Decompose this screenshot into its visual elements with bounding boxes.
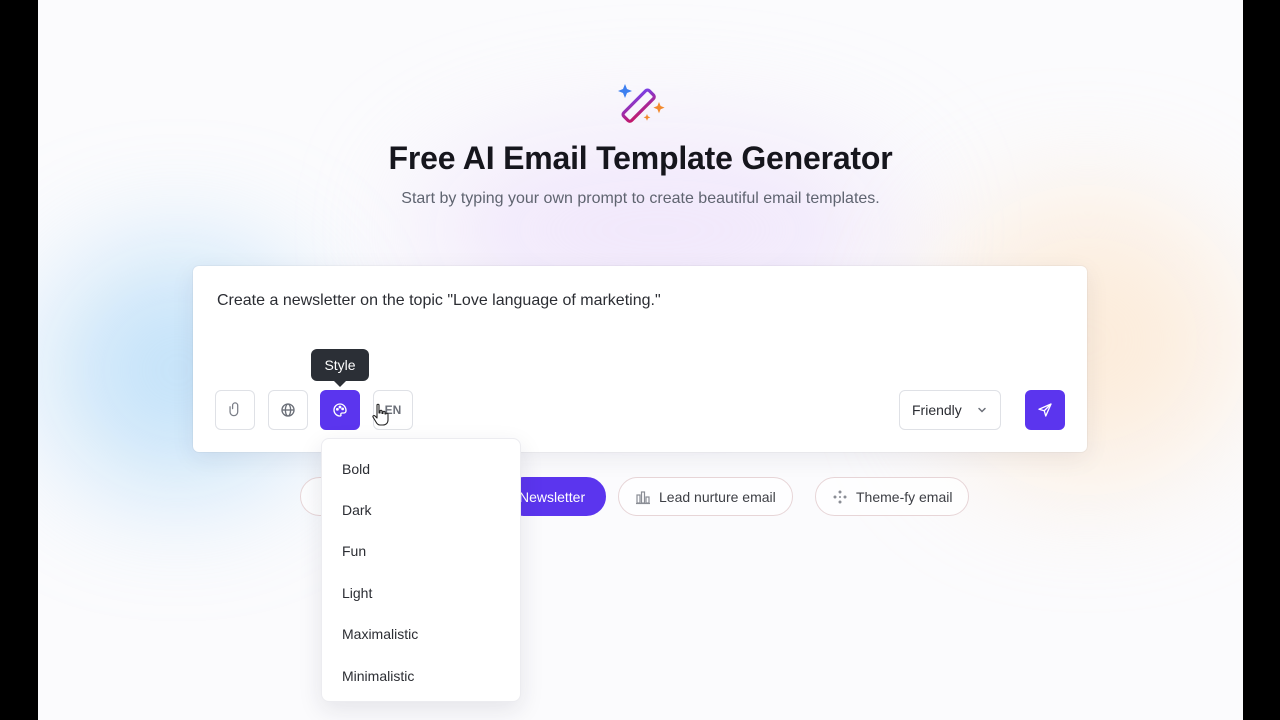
chip-newsletter-label: Newsletter — [519, 488, 586, 505]
hand-cursor-icon — [372, 403, 389, 426]
sparkle-dots-icon — [833, 490, 847, 503]
chip-themefy[interactable]: Theme-fy email — [815, 477, 970, 516]
menu-item-light[interactable]: Light — [322, 572, 520, 613]
page-subtitle: Start by typing your own prompt to creat… — [401, 190, 880, 207]
chip-themefy-label: Theme-fy email — [856, 488, 953, 505]
chip-lead-nurture[interactable]: Lead nurture email — [618, 477, 793, 516]
chip-lead-nurture-label: Lead nurture email — [659, 488, 776, 505]
building-chart-icon — [636, 490, 650, 504]
menu-item-bold[interactable]: Bold — [322, 448, 520, 489]
globe-icon — [281, 403, 295, 417]
palette-icon — [333, 403, 347, 417]
attach-button[interactable] — [215, 390, 255, 430]
magic-wand-icon — [618, 84, 665, 123]
page-title: Free AI Email Template Generator — [388, 140, 893, 176]
menu-item-minimalistic[interactable]: Minimalistic — [322, 655, 520, 696]
style-tooltip: Style — [311, 349, 369, 387]
web-search-button[interactable] — [268, 390, 308, 430]
tone-select[interactable]: Friendly — [899, 390, 1001, 430]
style-button[interactable] — [320, 390, 360, 430]
tone-select-value: Friendly — [912, 402, 962, 418]
menu-item-maximalistic[interactable]: Maximalistic — [322, 614, 520, 655]
menu-item-fun[interactable]: Fun — [322, 531, 520, 572]
paperclip-icon — [229, 402, 239, 417]
send-button[interactable] — [1025, 390, 1065, 430]
prompt-input[interactable]: Create a newsletter on the topic "Love l… — [217, 292, 661, 310]
send-icon — [1038, 403, 1052, 417]
menu-item-dark[interactable]: Dark — [322, 489, 520, 530]
app-canvas: Free AI Email Template Generator Start b… — [38, 0, 1243, 720]
chevron-down-icon — [978, 407, 986, 413]
style-dropdown-menu: Bold Dark Fun Light Maximalistic Minimal… — [321, 438, 521, 702]
